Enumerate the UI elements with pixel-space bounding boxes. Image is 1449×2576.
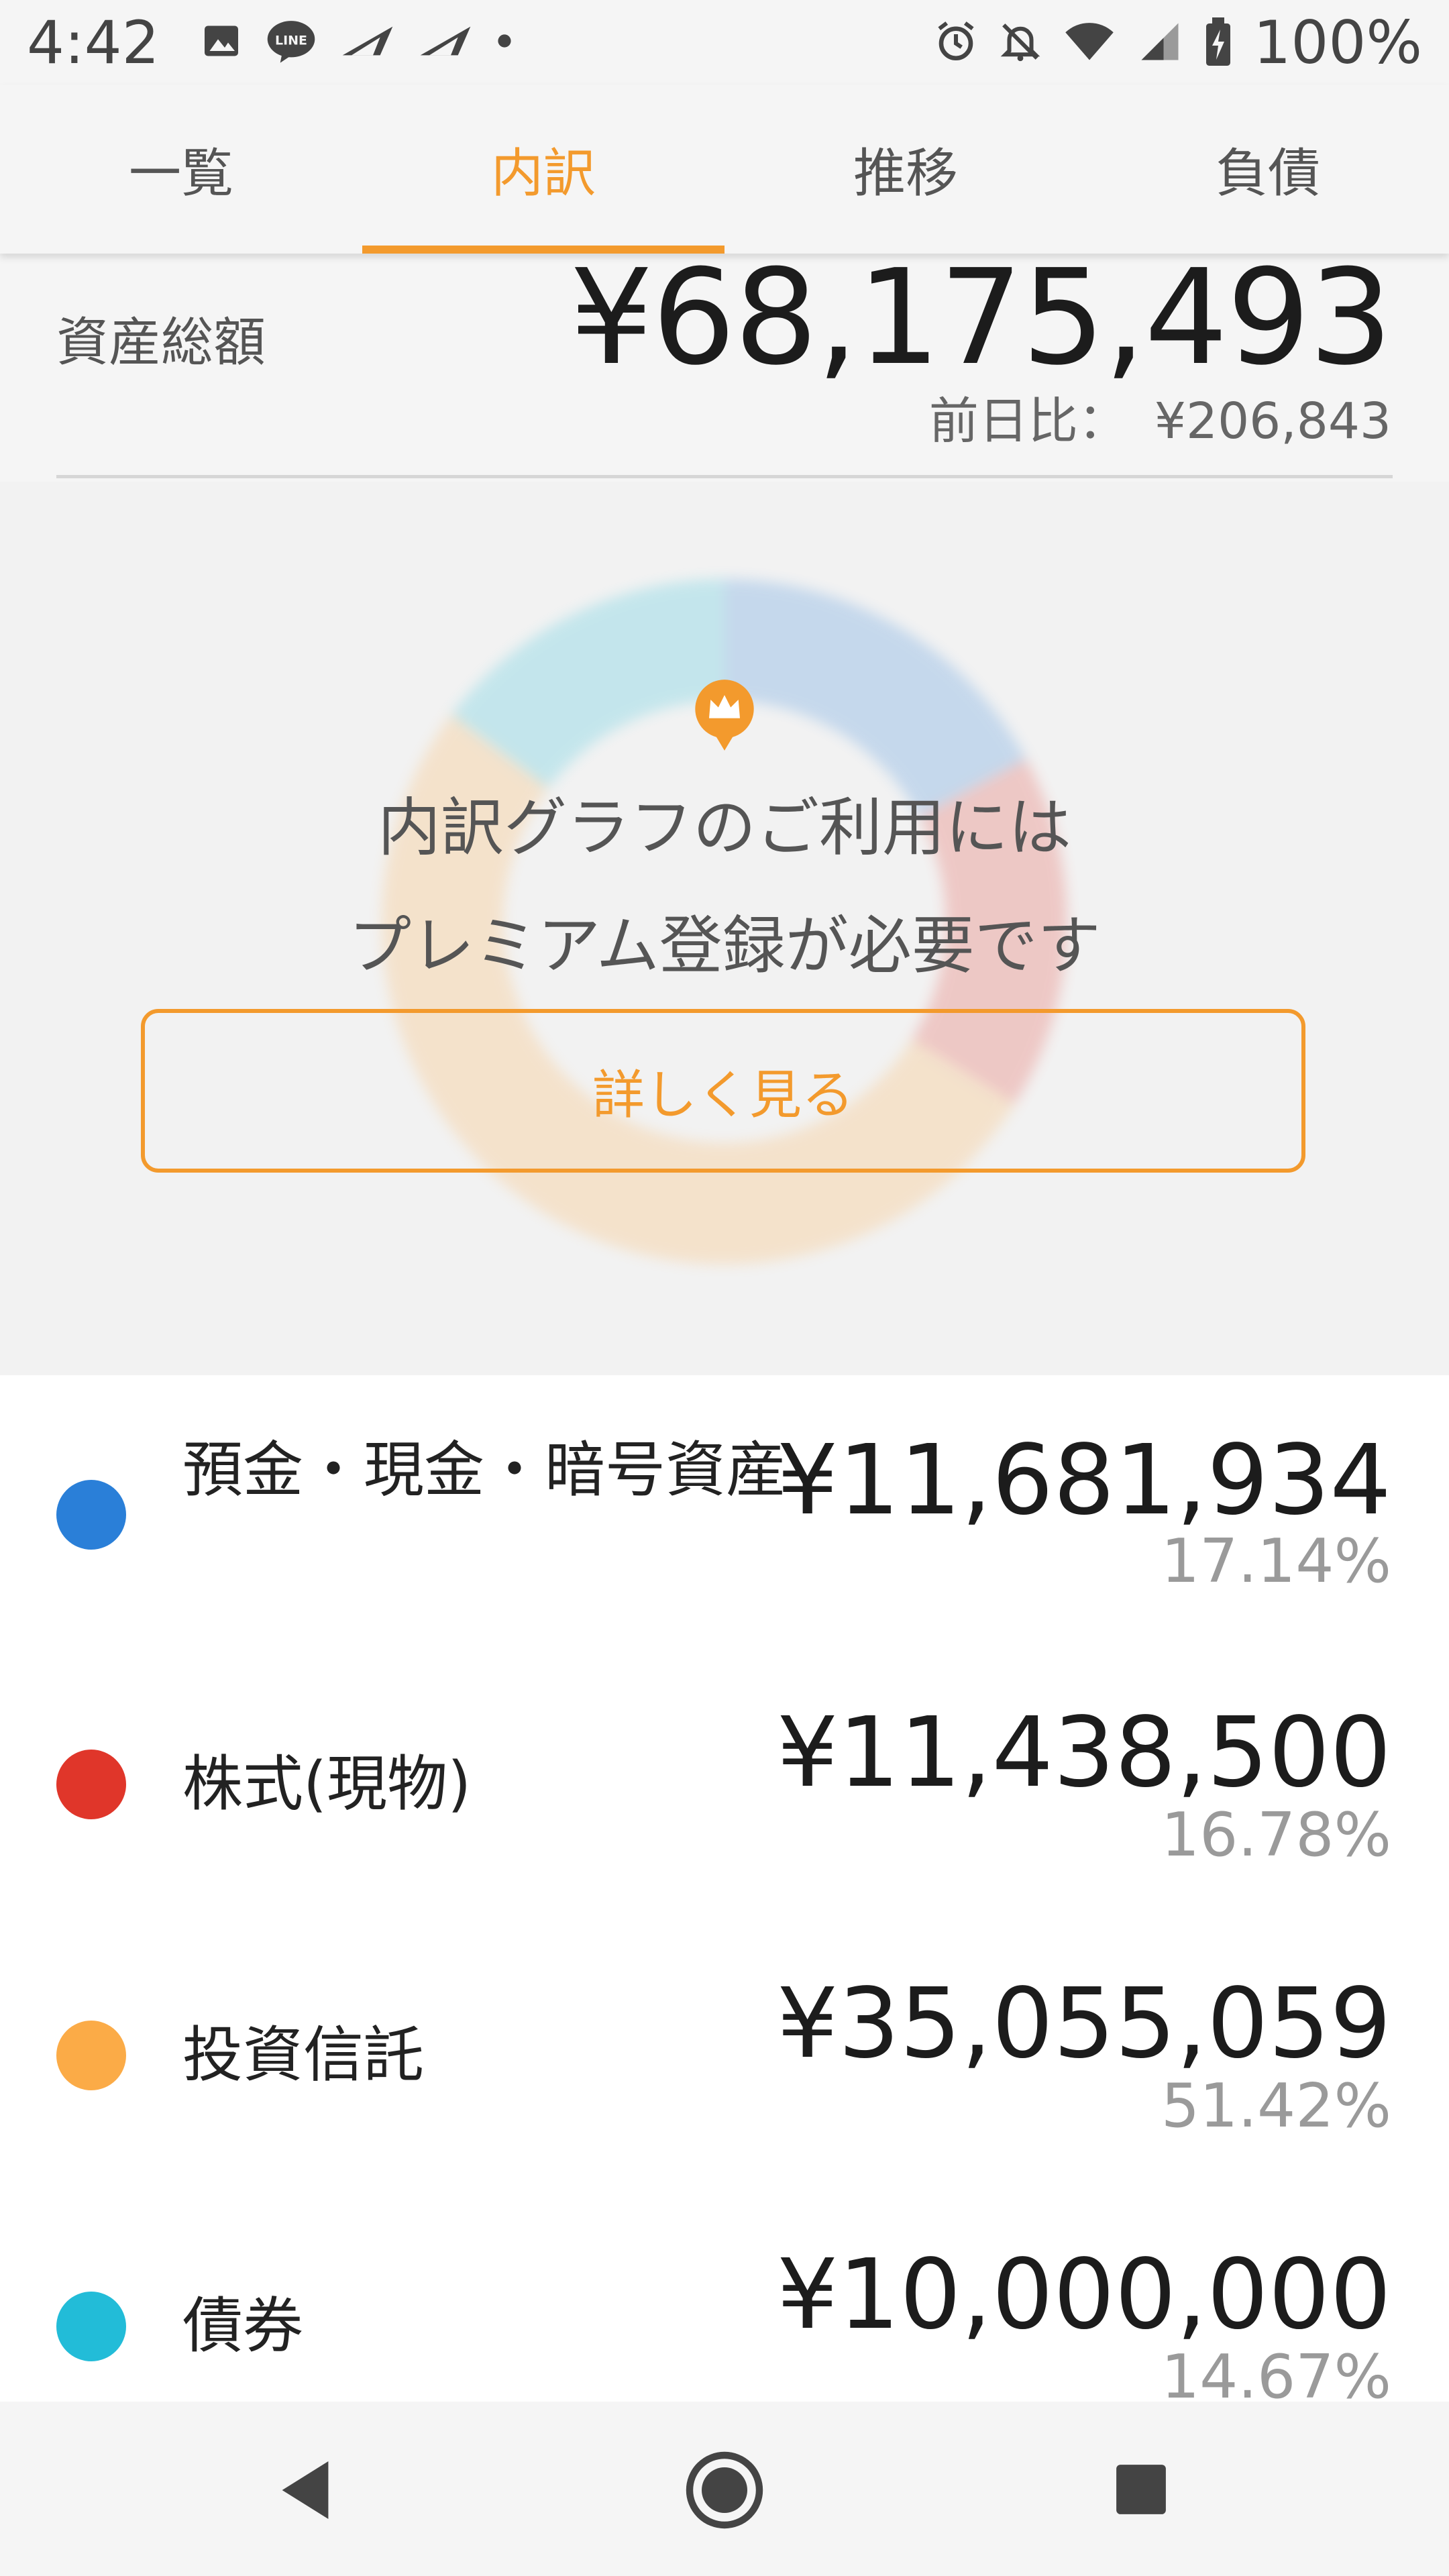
premium-message-line2: プレミアム登録が必要です [348,910,1101,983]
list-item[interactable]: 預金・現金・暗号資産 ¥11,681,934 17.14% [0,1375,1449,1646]
category-label: 株式(現物) [182,1749,472,1819]
status-bar: 4:42 LINE 100% [0,0,1449,85]
category-amount: ¥10,000,000 [776,2238,1391,2351]
category-amount: ¥11,681,934 [776,1424,1391,1536]
asset-breakdown-list: 預金・現金・暗号資産 ¥11,681,934 17.14% 株式(現物) ¥11… [0,1375,1449,2402]
status-time: 4:42 [27,8,160,77]
category-color-dot [56,2021,126,2090]
line-icon: LINE [266,19,317,66]
day-over-day-label: 前日比： [928,392,1128,450]
premium-message-line1: 内訳グラフのご利用には [377,792,1071,865]
total-assets-amount: ¥68,175,493 [570,241,1393,394]
category-amount: ¥35,055,059 [776,1967,1391,2080]
category-label: 投資信託 [182,2020,424,2090]
crown-icon [694,678,755,753]
tab-list[interactable]: 一覧 [0,85,362,254]
paper-plane-icon [419,22,472,62]
notification-icons: LINE [201,19,513,66]
day-over-day-amount: ¥206,843 [1154,392,1391,450]
day-over-day-change: 前日比： ¥206,843 [929,381,1391,453]
category-percent: 51.42% [1161,2071,1391,2141]
category-amount: ¥11,438,500 [776,1696,1391,1809]
tab-bar: 一覧 内訳 推移 負債 [0,85,1449,254]
signal-icon [1136,19,1183,66]
system-navigation-bar [0,2402,1449,2576]
tab-liabilities[interactable]: 負債 [1087,85,1449,254]
breakdown-chart-area: 内訳グラフのご利用には プレミアム登録が必要です 詳しく見る [0,482,1449,1375]
category-percent: 17.14% [1161,1526,1391,1597]
tab-trend[interactable]: 推移 [724,85,1087,254]
category-color-dot [56,1480,126,1550]
paper-plane-icon [341,22,394,62]
list-item[interactable]: 株式(現物) ¥11,438,500 16.78% [0,1646,1449,1917]
dot-icon [496,33,513,52]
category-percent: 14.67% [1161,2342,1391,2402]
list-item[interactable]: 債券 ¥10,000,000 14.67% [0,2188,1449,2402]
category-color-dot [56,1750,126,1819]
battery-percent: 100% [1253,8,1422,77]
see-details-button[interactable]: 詳しく見る [141,1009,1305,1173]
category-label: 預金・現金・暗号資産 [182,1435,786,1505]
list-item[interactable]: 投資信託 ¥35,055,059 51.42% [0,1917,1449,2188]
category-color-dot [56,2292,126,2361]
home-icon[interactable] [684,2450,765,2533]
image-icon [201,21,241,64]
total-assets-section: 資産総額 ¥68,175,493 前日比： ¥206,843 [0,244,1449,482]
recents-icon[interactable] [1114,2462,1169,2520]
back-icon[interactable] [276,2458,334,2525]
category-label: 債券 [182,2291,303,2361]
alarm-icon [934,19,978,66]
svg-text:LINE: LINE [275,33,307,48]
bell-off-icon [998,19,1042,66]
category-percent: 16.78% [1161,1800,1391,1870]
divider [56,475,1393,478]
battery-charging-icon [1203,17,1233,68]
tab-breakdown[interactable]: 内訳 [362,85,724,254]
system-icons: 100% [934,9,1422,76]
wifi-icon [1063,19,1116,66]
total-assets-label: 資産総額 [56,313,266,373]
